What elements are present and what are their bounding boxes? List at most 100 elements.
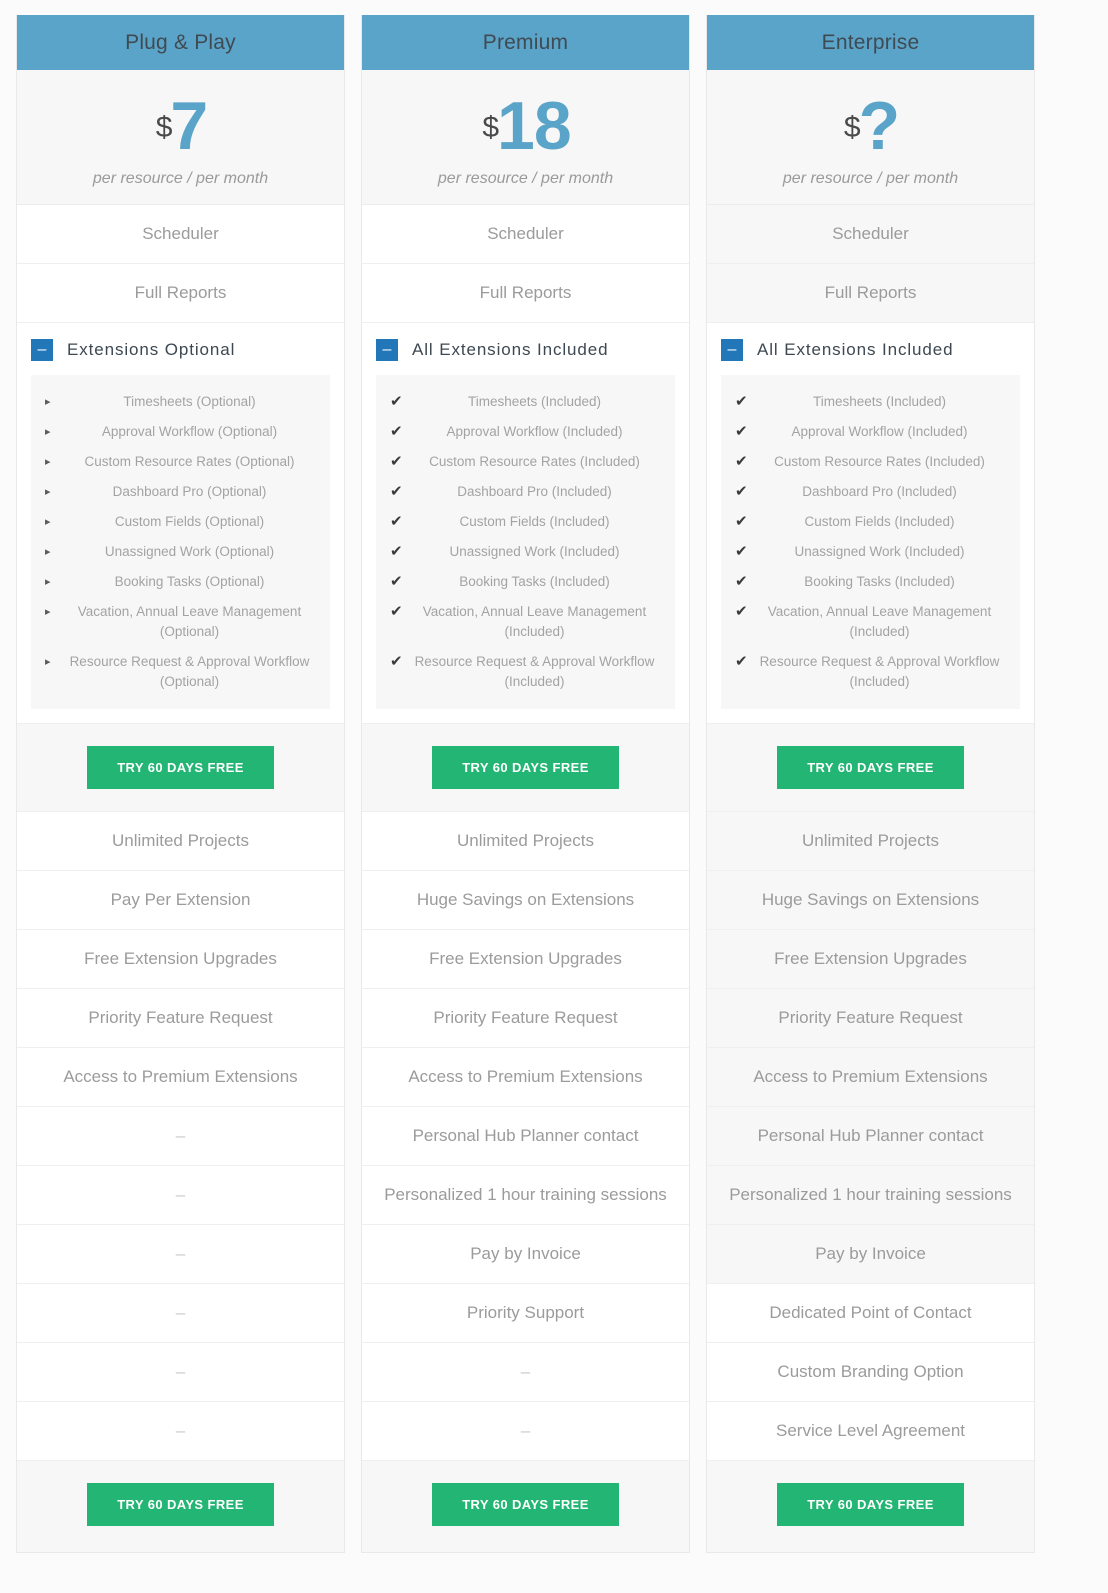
price-block: $7 per resource / per month [17, 70, 344, 205]
extension-label: Timesheets (Included) [812, 394, 947, 409]
price-value: 7 [170, 88, 208, 164]
extension-item: ▸ Custom Fields (Optional) [31, 507, 330, 537]
extension-item: ✔ Custom Fields (Included) [721, 507, 1020, 537]
try-free-button-top[interactable]: TRY 60 DAYS FREE [432, 746, 619, 789]
extension-label: Dashboard Pro (Included) [802, 484, 957, 499]
extension-label: Resource Request & Approval Workflow (Op… [69, 654, 310, 689]
price-value: ? [858, 88, 901, 164]
try-free-button-bottom[interactable]: TRY 60 DAYS FREE [87, 1483, 274, 1526]
collapse-minus-icon[interactable]: – [721, 339, 743, 361]
feature-row: Unlimited Projects [707, 812, 1034, 871]
extension-item: ▸ Dashboard Pro (Optional) [31, 477, 330, 507]
price-subtitle: per resource / per month [437, 170, 614, 187]
try-free-button-top[interactable]: TRY 60 DAYS FREE [87, 746, 274, 789]
extension-label: Dashboard Pro (Included) [457, 484, 612, 499]
feature-row-empty: – [17, 1225, 344, 1284]
try-free-button-bottom[interactable]: TRY 60 DAYS FREE [777, 1483, 964, 1526]
feature-row: Pay by Invoice [362, 1225, 689, 1284]
extensions-header[interactable]: – Extensions Optional [17, 323, 344, 375]
extension-item: ✔ Approval Workflow (Included) [376, 417, 675, 447]
feature-row: Priority Feature Request [362, 989, 689, 1048]
check-icon: ✔ [390, 513, 403, 530]
plan-title: Enterprise [707, 15, 1034, 70]
check-icon: ✔ [390, 393, 403, 410]
cta-row-top: TRY 60 DAYS FREE [707, 724, 1034, 812]
extensions-title: Extensions Optional [67, 340, 236, 359]
check-icon: ✔ [735, 453, 748, 470]
feature-row: Access to Premium Extensions [707, 1048, 1034, 1107]
cta-row-bottom: TRY 60 DAYS FREE [362, 1461, 689, 1552]
price-block: $18 per resource / per month [362, 70, 689, 205]
feature-row: Access to Premium Extensions [362, 1048, 689, 1107]
extension-label: Unassigned Work (Included) [794, 544, 965, 559]
extension-item: ✔ Dashboard Pro (Included) [376, 477, 675, 507]
plan-title: Plug & Play [17, 15, 344, 70]
extension-label: Vacation, Annual Leave Management (Optio… [77, 604, 302, 639]
extensions-header[interactable]: – All Extensions Included [362, 323, 689, 375]
check-icon: ✔ [390, 453, 403, 470]
extension-item: ✔ Custom Resource Rates (Included) [721, 447, 1020, 477]
feature-row: Unlimited Projects [362, 812, 689, 871]
extension-item: ✔ Booking Tasks (Included) [376, 567, 675, 597]
feature-row: Huge Savings on Extensions [707, 871, 1034, 930]
plan-title: Premium [362, 15, 689, 70]
extension-item: ▸ Vacation, Annual Leave Management (Opti… [31, 597, 330, 647]
check-icon: ✔ [735, 513, 748, 530]
extension-label: Booking Tasks (Included) [459, 574, 610, 589]
feature-row: Personalized 1 hour training sessions [707, 1166, 1034, 1225]
plan-card-3: Enterprise $? per resource / per month Sche… [706, 15, 1035, 1553]
extensions-list: ✔ Timesheets (Included) ✔ Approval Workflow… [376, 375, 675, 709]
extension-item: ✔ Timesheets (Included) [721, 387, 1020, 417]
extension-label: Approval Workflow (Included) [791, 424, 968, 439]
feature-row: Full Reports [707, 264, 1034, 323]
extensions-list: ✔ Timesheets (Included) ✔ Approval Workflow… [721, 375, 1020, 709]
triangle-bullet-icon: ▸ [45, 456, 51, 468]
price-subtitle: per resource / per month [782, 170, 959, 187]
price-subtitle: per resource / per month [92, 170, 269, 187]
check-icon: ✔ [390, 423, 403, 440]
extension-label: Approval Workflow (Included) [446, 424, 623, 439]
extension-item: ✔ Resource Request & Approval Workflow (I… [376, 647, 675, 697]
feature-row-empty: – [17, 1402, 344, 1461]
extensions-title: All Extensions Included [757, 340, 954, 359]
try-free-button-bottom[interactable]: TRY 60 DAYS FREE [432, 1483, 619, 1526]
feature-row: Full Reports [362, 264, 689, 323]
feature-row: Priority Feature Request [707, 989, 1034, 1048]
feature-row: Personal Hub Planner contact [707, 1107, 1034, 1166]
extension-label: Booking Tasks (Optional) [114, 574, 265, 589]
currency-symbol: $ [843, 110, 861, 144]
extension-item: ▸ Timesheets (Optional) [31, 387, 330, 417]
check-icon: ✔ [735, 653, 748, 670]
extensions-section: – All Extensions Included ✔ Timesheets (Inc… [707, 323, 1034, 724]
triangle-bullet-icon: ▸ [45, 576, 51, 588]
extension-label: Custom Fields (Included) [804, 514, 955, 529]
extension-item: ▸ Resource Request & Approval Workflow (O… [31, 647, 330, 697]
try-free-button-top[interactable]: TRY 60 DAYS FREE [777, 746, 964, 789]
feature-row: Service Level Agreement [707, 1402, 1034, 1461]
extensions-list: ▸ Timesheets (Optional) ▸ Approval Workflow… [31, 375, 330, 709]
extension-label: Timesheets (Optional) [123, 394, 256, 409]
check-icon: ✔ [390, 653, 403, 670]
collapse-minus-icon[interactable]: – [376, 339, 398, 361]
triangle-bullet-icon: ▸ [45, 656, 51, 668]
extension-label: Timesheets (Included) [467, 394, 602, 409]
feature-row: Scheduler [707, 205, 1034, 264]
extension-item: ✔ Unassigned Work (Included) [721, 537, 1020, 567]
extension-label: Dashboard Pro (Optional) [112, 484, 267, 499]
price-amount: $18 [480, 92, 571, 160]
plan-card-2: Premium $18 per resource / per month Schedu… [361, 15, 690, 1553]
extension-label: Vacation, Annual Leave Management (Inclu… [422, 604, 647, 639]
feature-row-empty: – [362, 1343, 689, 1402]
collapse-minus-icon[interactable]: – [31, 339, 53, 361]
extension-label: Unassigned Work (Included) [449, 544, 620, 559]
check-icon: ✔ [735, 603, 748, 620]
check-icon: ✔ [735, 573, 748, 590]
extension-label: Custom Fields (Optional) [114, 514, 265, 529]
currency-symbol: $ [155, 110, 173, 144]
extension-item: ▸ Unassigned Work (Optional) [31, 537, 330, 567]
price-amount: $? [842, 92, 900, 160]
extension-label: Custom Resource Rates (Optional) [84, 454, 295, 469]
extension-label: Custom Resource Rates (Included) [774, 454, 985, 469]
feature-row-empty: – [17, 1343, 344, 1402]
extensions-header[interactable]: – All Extensions Included [707, 323, 1034, 375]
